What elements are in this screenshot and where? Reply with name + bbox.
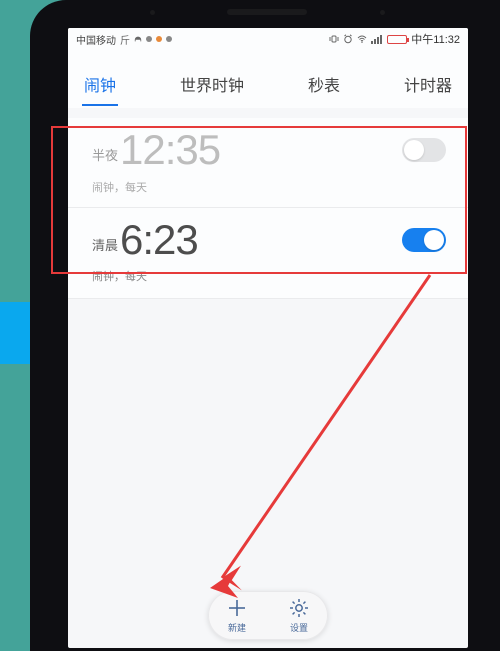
alarm-icon [343, 34, 353, 44]
settings-label: 设置 [290, 621, 308, 634]
status-bar: 中国移动 斤 中午11:32 [68, 28, 468, 50]
new-alarm-button[interactable]: 新建 [226, 597, 248, 634]
settings-button[interactable]: 设置 [288, 597, 310, 634]
tab-bar: 闹钟 世界时钟 秒表 计时器 [68, 50, 468, 108]
alarm-time: 6:23 [120, 216, 198, 264]
new-alarm-label: 新建 [228, 621, 246, 634]
app-indicator: 斤 [120, 32, 130, 47]
wifi-icon [357, 34, 367, 44]
tab-alarm[interactable]: 闹钟 [82, 68, 118, 100]
tab-world-clock[interactable]: 世界时钟 [178, 68, 246, 100]
alarm-list: 半夜 12:35 闹钟，每天 清晨 6:23 [68, 108, 468, 299]
signal-icon [371, 34, 383, 44]
alarm-toggle[interactable] [402, 138, 446, 162]
notification-dot [146, 36, 152, 42]
screen: 中国移动 斤 中午11:32 闹钟 世界时钟 秒表 计时器 [68, 28, 468, 648]
carrier-label: 中国移动 [76, 32, 116, 47]
tab-stopwatch[interactable]: 秒表 [306, 68, 342, 100]
vibrate-icon [329, 34, 339, 44]
gear-icon [288, 597, 310, 619]
alarm-row[interactable]: 半夜 12:35 闹钟，每天 [68, 118, 468, 208]
notification-dot [156, 36, 162, 42]
sensor-dot [150, 10, 155, 15]
status-time: 中午11:32 [411, 31, 460, 47]
plus-icon [226, 597, 248, 619]
sensor-dot [380, 10, 385, 15]
speaker-grille [227, 9, 307, 15]
alarm-time: 12:35 [120, 126, 220, 174]
notification-dot [166, 36, 172, 42]
alarm-ampm-label: 半夜 [92, 145, 118, 164]
headphone-icon [134, 35, 142, 43]
alarm-toggle[interactable] [402, 228, 446, 252]
bottom-bar: 新建 设置 [208, 591, 328, 640]
alarm-subtitle: 闹钟，每天 [68, 268, 468, 299]
alarm-row[interactable]: 清晨 6:23 闹钟，每天 [68, 208, 468, 299]
alarm-ampm-label: 清晨 [92, 235, 118, 254]
tab-timer[interactable]: 计时器 [402, 68, 454, 100]
battery-icon [387, 35, 407, 44]
phone-frame: 中国移动 斤 中午11:32 闹钟 世界时钟 秒表 计时器 [30, 0, 500, 651]
alarm-subtitle: 闹钟，每天 [68, 179, 468, 208]
